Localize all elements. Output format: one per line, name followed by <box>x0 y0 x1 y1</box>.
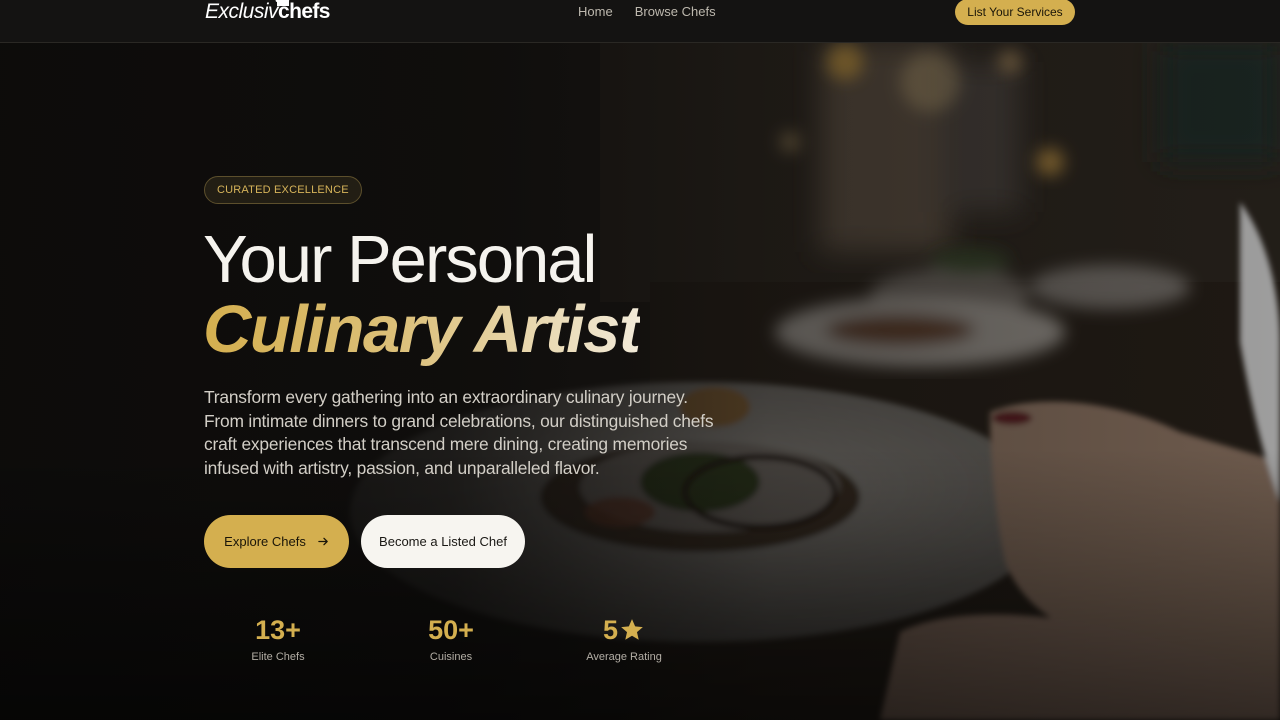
stat-value: 13+ <box>255 615 301 645</box>
hero-title-line2: Culinary Artist <box>203 292 641 367</box>
hero-title-line1: Your Personal <box>203 222 597 297</box>
become-listed-chef-button[interactable]: Become a Listed Chef <box>361 515 525 568</box>
arrow-right-icon <box>318 537 328 546</box>
explore-chefs-button[interactable]: Explore Chefs <box>204 515 349 568</box>
rating-number: 5 <box>602 615 619 645</box>
stat-label: Average Rating <box>586 651 662 663</box>
top-navigation: Exclusiv chefs Home Browse Chefs List Yo… <box>0 0 1280 43</box>
chef-hat-icon <box>275 0 290 6</box>
stat-cuisines: 50+ Cuisines <box>371 614 531 664</box>
hero-description: Transform every gathering into an extrao… <box>204 387 714 478</box>
nav-link-browse-chefs[interactable]: Browse Chefs <box>635 0 716 24</box>
stat-average-rating: 5 Average Rating <box>544 614 704 664</box>
logo-text-light: Exclusiv <box>205 0 279 23</box>
stat-elite-chefs: 13+ Elite Chefs <box>198 614 358 664</box>
stat-label: Cuisines <box>429 651 473 663</box>
stat-value-rating: 5 <box>544 614 704 646</box>
logo-text-bold: chefs <box>275 0 330 24</box>
explore-chefs-label: Explore Chefs <box>224 534 306 549</box>
list-your-services-button[interactable]: List Your Services <box>955 0 1075 25</box>
main-nav: Home Browse Chefs <box>578 0 716 24</box>
nav-link-home[interactable]: Home <box>578 0 613 24</box>
star-icon <box>621 619 643 640</box>
curated-excellence-badge: CURATED EXCELLENCE <box>204 176 362 204</box>
stat-label: Elite Chefs <box>251 651 305 663</box>
brand-logo[interactable]: Exclusiv chefs <box>205 0 330 24</box>
stat-value: 50+ <box>428 615 474 645</box>
